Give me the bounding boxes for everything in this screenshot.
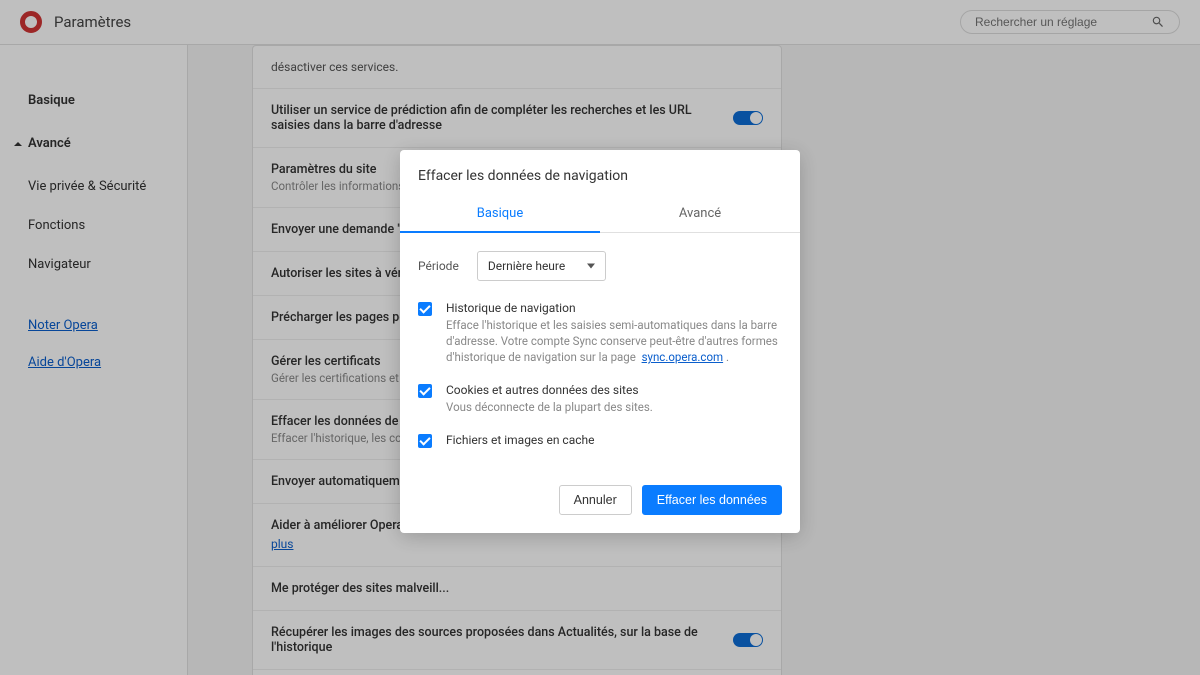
check-title: Fichiers et images en cache: [446, 433, 595, 447]
dialog-footer: Annuler Effacer les données: [400, 485, 800, 533]
dialog-body: Période Dernière heure Historique de nav…: [400, 233, 800, 485]
period-label: Période: [418, 259, 459, 273]
dialog-title: Effacer les données de navigation: [400, 150, 800, 196]
cancel-button[interactable]: Annuler: [559, 485, 632, 515]
check-title: Cookies et autres données des sites: [446, 383, 653, 397]
checkbox-cache[interactable]: [418, 434, 432, 448]
check-item-cache: Fichiers et images en cache: [418, 433, 782, 449]
check-desc: Vous déconnecte de la plupart des sites.: [446, 399, 653, 415]
tab-basic[interactable]: Basique: [400, 196, 600, 233]
check-item-history: Historique de navigation Efface l'histor…: [418, 301, 782, 365]
clear-data-button[interactable]: Effacer les données: [642, 485, 782, 515]
dropdown-caret-icon: [587, 264, 595, 269]
modal-overlay[interactable]: Effacer les données de navigation Basiqu…: [0, 0, 1200, 675]
dialog-tabs: Basique Avancé: [400, 196, 800, 233]
check-desc: Efface l'historique et les saisies semi-…: [446, 317, 782, 365]
tab-advanced[interactable]: Avancé: [600, 196, 800, 232]
check-title: Historique de navigation: [446, 301, 782, 315]
period-select[interactable]: Dernière heure: [477, 251, 606, 281]
period-value: Dernière heure: [488, 259, 565, 273]
checkbox-cookies[interactable]: [418, 384, 432, 398]
sync-link[interactable]: sync.opera.com: [642, 350, 724, 364]
check-item-cookies: Cookies et autres données des sites Vous…: [418, 383, 782, 415]
checkbox-history[interactable]: [418, 302, 432, 316]
period-row: Période Dernière heure: [418, 251, 782, 281]
clear-data-dialog: Effacer les données de navigation Basiqu…: [400, 150, 800, 533]
